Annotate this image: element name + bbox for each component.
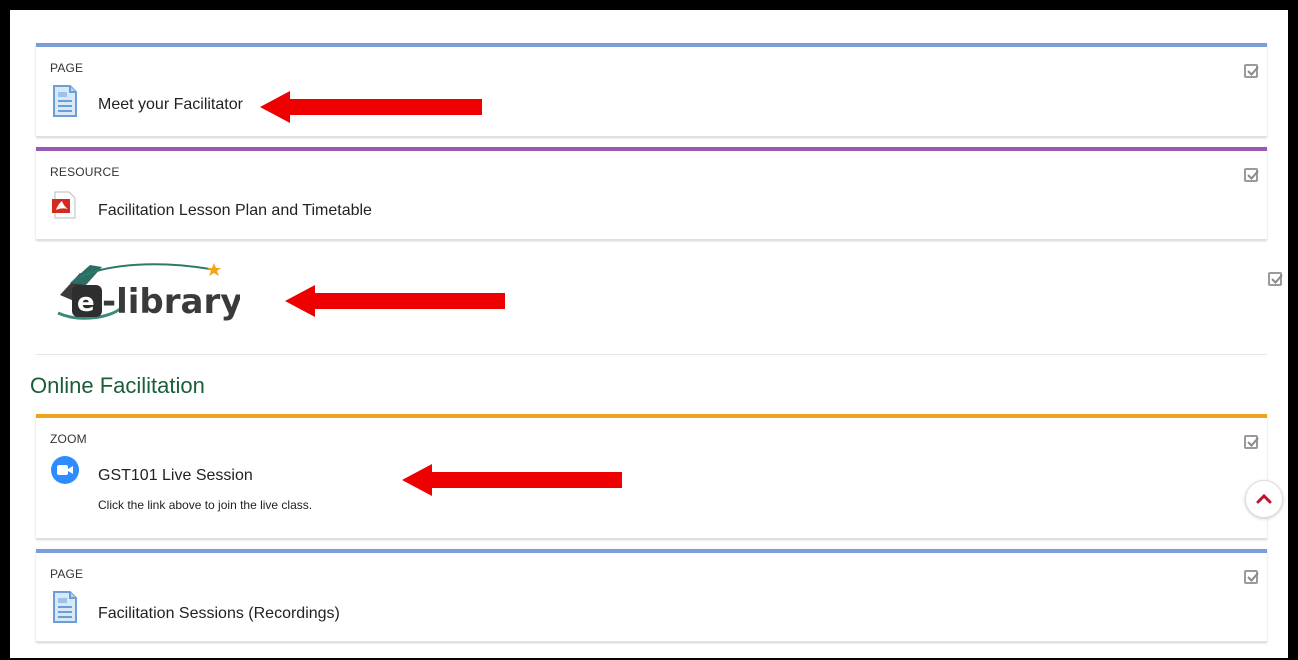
activity-color-bar	[36, 147, 1267, 151]
completion-checkbox-icon[interactable]	[1244, 168, 1259, 182]
scroll-to-top-button[interactable]	[1245, 480, 1283, 518]
activity-type-label: PAGE	[50, 567, 84, 581]
zoom-icon	[50, 455, 80, 490]
completion-checkbox-icon[interactable]	[1244, 570, 1259, 584]
completion-checkbox-icon[interactable]	[1244, 435, 1259, 449]
activity-zoom-live-session: ZOOM GST101 Live Session Click the link …	[36, 414, 1267, 539]
activity-resource-lesson-plan: RESOURCE Facilitation Lesson Plan and Ti…	[36, 147, 1267, 240]
elibrary-logo-text: -library	[102, 282, 240, 322]
activity-type-label: ZOOM	[50, 432, 87, 446]
completion-checkbox-icon[interactable]	[1244, 64, 1259, 78]
activity-link-lesson-plan[interactable]: Facilitation Lesson Plan and Timetable	[98, 202, 372, 220]
pdf-icon	[50, 191, 80, 224]
annotation-arrow-icon	[402, 464, 622, 496]
activity-color-bar	[36, 549, 1267, 553]
elibrary-logo[interactable]: e -library	[50, 255, 242, 327]
activity-link-recordings[interactable]: Facilitation Sessions (Recordings)	[98, 605, 340, 623]
activity-elibrary: e -library	[36, 243, 1283, 355]
completion-checkbox-icon[interactable]	[1268, 272, 1283, 286]
page-frame: PAGE Meet your Facilitator RESOURCE Faci…	[8, 8, 1290, 660]
activity-page-recordings: PAGE Facilitation Sessions (Recordings)	[36, 549, 1267, 642]
activity-type-label: RESOURCE	[50, 165, 120, 179]
section-title-online-facilitation: Online Facilitation	[30, 373, 205, 398]
activity-link-gst101-live-session[interactable]: GST101 Live Session	[98, 467, 253, 485]
activity-type-label: PAGE	[50, 61, 84, 75]
annotation-arrow-icon	[260, 91, 482, 123]
activity-page-meet-facilitator: PAGE Meet your Facilitator	[36, 43, 1267, 137]
elibrary-logo-e: e	[77, 288, 95, 318]
chevron-up-icon	[1256, 493, 1272, 504]
annotation-arrow-icon	[285, 285, 505, 317]
activity-description: Click the link above to join the live cl…	[98, 498, 313, 512]
page-icon	[50, 84, 80, 123]
activity-color-bar	[36, 414, 1267, 418]
activity-color-bar	[36, 43, 1267, 47]
activity-link-meet-facilitator[interactable]: Meet your Facilitator	[98, 96, 243, 114]
course-content: PAGE Meet your Facilitator RESOURCE Faci…	[24, 10, 1283, 658]
page-icon	[50, 590, 80, 629]
